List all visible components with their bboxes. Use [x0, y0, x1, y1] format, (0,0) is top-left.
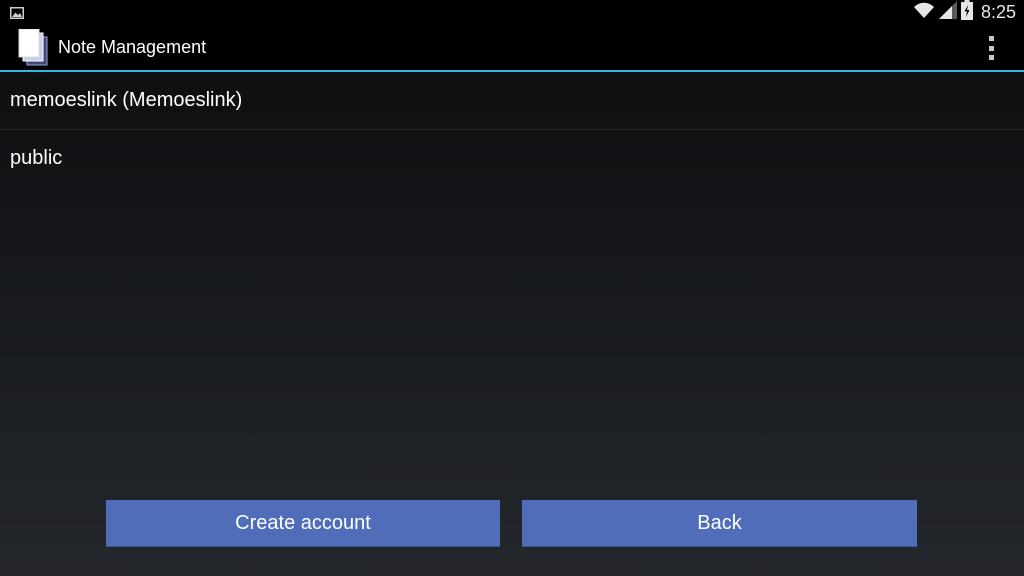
battery-icon — [960, 0, 973, 25]
account-list: memoeslink (Memoeslink) public — [0, 72, 1024, 187]
notes-stack-icon[interactable] — [18, 28, 50, 67]
create-account-button[interactable]: Create account — [106, 500, 500, 547]
status-time: 8:25 — [980, 2, 1016, 22]
list-item-public[interactable]: public — [0, 130, 1024, 187]
status-icons: 8:25 — [913, 0, 1016, 25]
cell-signal-icon — [938, 1, 957, 24]
action-bar: Note Management — [0, 25, 1024, 70]
back-button[interactable]: Back — [522, 500, 917, 547]
menu-dot — [988, 45, 994, 51]
wifi-icon — [913, 1, 935, 24]
menu-dot — [988, 36, 994, 41]
status-bar: 8:25 — [0, 0, 1024, 25]
picture-icon — [10, 6, 24, 24]
list-item-memoeslink[interactable]: memoeslink (Memoeslink) — [0, 72, 1024, 129]
overflow-menu-icon[interactable] — [980, 35, 1002, 61]
app-title: Note Management — [58, 37, 207, 57]
menu-dot — [988, 55, 994, 60]
